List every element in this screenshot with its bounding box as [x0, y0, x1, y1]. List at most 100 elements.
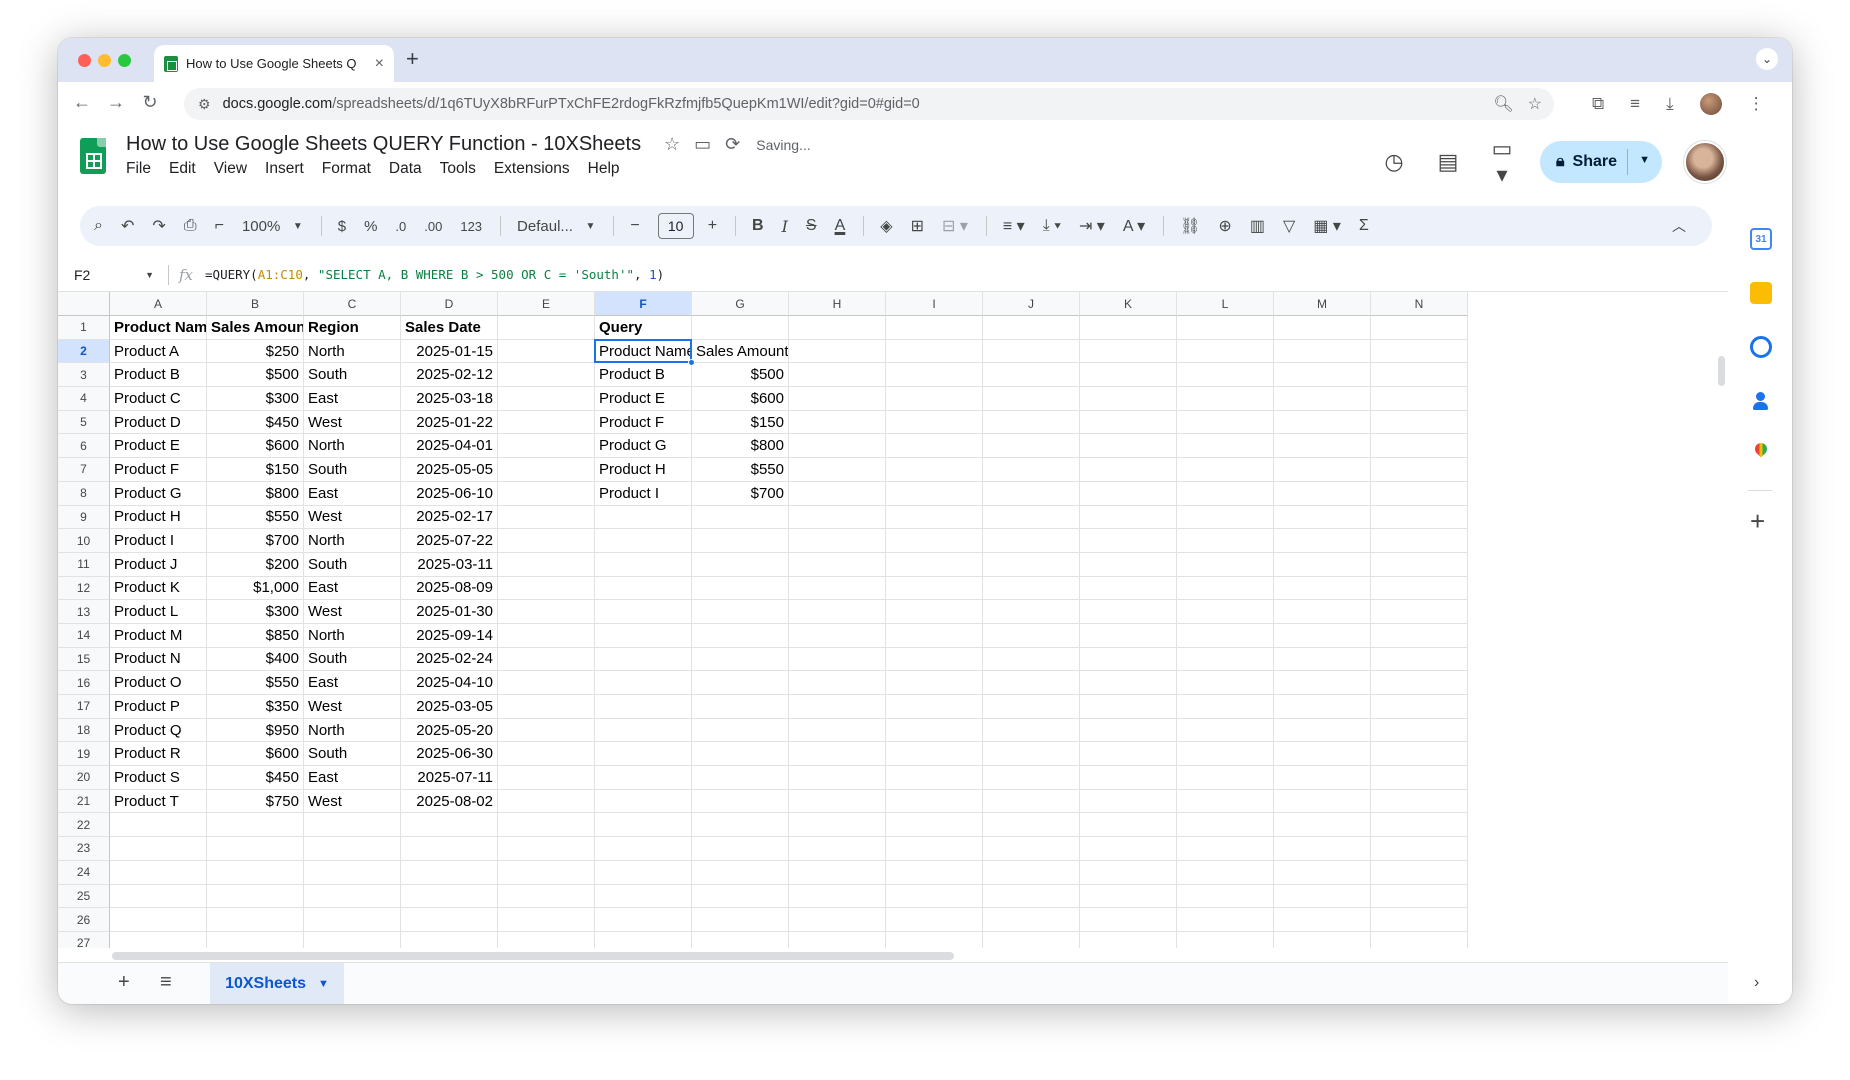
cell-g21[interactable] [692, 789, 789, 814]
cell-d13[interactable]: 2025-01-30 [401, 600, 498, 624]
menu-edit[interactable]: Edit [169, 160, 196, 178]
cell-g25[interactable] [692, 884, 789, 909]
cell-g24[interactable] [692, 860, 789, 885]
cell-h12[interactable] [789, 576, 886, 601]
cell-a27[interactable] [110, 931, 207, 948]
cell-g27[interactable] [692, 931, 789, 948]
chevron-down-icon[interactable]: ▼ [1639, 154, 1650, 166]
currency-format-button[interactable]: $ [338, 218, 346, 235]
address-bar[interactable]: ⚙ docs.google.com/spreadsheets/d/1q6TUyX… [184, 88, 1554, 120]
cell-k6[interactable] [1080, 434, 1177, 459]
new-tab-button[interactable]: + [406, 46, 419, 72]
cell-i12[interactable] [886, 576, 983, 601]
cell-h19[interactable] [789, 742, 886, 767]
cell-f3[interactable]: Product B [595, 363, 692, 388]
cell-l15[interactable] [1177, 647, 1274, 672]
cell-m23[interactable] [1274, 837, 1371, 861]
cell-e22[interactable] [498, 813, 595, 838]
decrease-decimal-button[interactable]: .0 [395, 219, 406, 234]
cell-b21[interactable]: $750 [207, 789, 304, 814]
cell-f9[interactable] [595, 505, 692, 530]
cell-g23[interactable] [692, 837, 789, 861]
move-folder-icon[interactable]: ▭ [694, 134, 711, 155]
row-header-5[interactable]: 5 [58, 410, 110, 435]
row-header-16[interactable]: 16 [58, 671, 110, 695]
column-header-a[interactable]: A [110, 292, 207, 316]
cell-g5[interactable]: $150 [692, 410, 789, 435]
cell-l1[interactable] [1177, 316, 1274, 340]
cell-f20[interactable] [595, 766, 692, 790]
cell-i26[interactable] [886, 908, 983, 932]
cell-c27[interactable] [304, 931, 401, 948]
cell-l11[interactable] [1177, 552, 1274, 577]
cell-e5[interactable] [498, 410, 595, 435]
cell-a3[interactable]: Product B [110, 363, 207, 388]
cell-n2[interactable] [1371, 339, 1468, 364]
column-header-l[interactable]: L [1177, 292, 1274, 316]
cell-d5[interactable]: 2025-01-22 [401, 410, 498, 435]
cell-e16[interactable] [498, 671, 595, 695]
cell-j9[interactable] [983, 505, 1080, 530]
cell-g17[interactable] [692, 695, 789, 719]
row-header-10[interactable]: 10 [58, 529, 110, 553]
cell-h7[interactable] [789, 458, 886, 482]
add-sheet-button[interactable]: + [118, 971, 130, 994]
cell-k8[interactable] [1080, 481, 1177, 506]
row-header-12[interactable]: 12 [58, 576, 110, 601]
cell-m18[interactable] [1274, 718, 1371, 743]
cell-d27[interactable] [401, 931, 498, 948]
cell-h17[interactable] [789, 695, 886, 719]
vertical-scrollbar[interactable] [1714, 316, 1728, 972]
horizontal-scrollbar[interactable] [110, 948, 1714, 962]
column-header-e[interactable]: E [498, 292, 595, 316]
menu-help[interactable]: Help [588, 160, 620, 178]
cell-h23[interactable] [789, 837, 886, 861]
cell-g7[interactable]: $550 [692, 458, 789, 482]
cell-i3[interactable] [886, 363, 983, 388]
cell-f7[interactable]: Product H [595, 458, 692, 482]
column-header-d[interactable]: D [401, 292, 498, 316]
cell-l17[interactable] [1177, 695, 1274, 719]
cell-k15[interactable] [1080, 647, 1177, 672]
name-box[interactable]: F2 ▼ [58, 258, 162, 291]
cell-a13[interactable]: Product L [110, 600, 207, 624]
cell-e7[interactable] [498, 458, 595, 482]
document-title[interactable]: How to Use Google Sheets QUERY Function … [126, 133, 641, 156]
row-header-17[interactable]: 17 [58, 695, 110, 719]
cell-h22[interactable] [789, 813, 886, 838]
cell-j3[interactable] [983, 363, 1080, 388]
menu-extensions[interactable]: Extensions [494, 160, 570, 178]
menu-file[interactable]: File [126, 160, 151, 178]
cell-k10[interactable] [1080, 529, 1177, 553]
cell-i15[interactable] [886, 647, 983, 672]
cell-m12[interactable] [1274, 576, 1371, 601]
cell-b13[interactable]: $300 [207, 600, 304, 624]
cell-c9[interactable]: West [304, 505, 401, 530]
cell-e8[interactable] [498, 481, 595, 506]
zoom-select[interactable]: 100% ▼ [242, 218, 303, 235]
cell-n13[interactable] [1371, 600, 1468, 624]
cell-f14[interactable] [595, 623, 692, 648]
cell-i1[interactable] [886, 316, 983, 340]
cell-j13[interactable] [983, 600, 1080, 624]
cell-d18[interactable]: 2025-05-20 [401, 718, 498, 743]
cell-j20[interactable] [983, 766, 1080, 790]
tasks-icon[interactable] [1750, 336, 1772, 358]
cell-i21[interactable] [886, 789, 983, 814]
cell-a7[interactable]: Product F [110, 458, 207, 482]
cell-n4[interactable] [1371, 387, 1468, 411]
cell-c4[interactable]: East [304, 387, 401, 411]
row-header-22[interactable]: 22 [58, 813, 110, 838]
cell-l18[interactable] [1177, 718, 1274, 743]
column-header-b[interactable]: B [207, 292, 304, 316]
cell-i8[interactable] [886, 481, 983, 506]
cell-b1[interactable]: Sales Amount [207, 316, 304, 340]
cell-a14[interactable]: Product M [110, 623, 207, 648]
cell-b25[interactable] [207, 884, 304, 909]
filter-views-icon[interactable]: ▦ ▾ [1313, 216, 1341, 236]
italic-button[interactable]: I [782, 217, 788, 236]
search-menus-icon[interactable]: ⌕ [94, 217, 103, 235]
cell-m14[interactable] [1274, 623, 1371, 648]
forward-arrow-icon[interactable]: → [104, 92, 128, 113]
extensions-icon[interactable]: ⧉ [1592, 94, 1604, 114]
